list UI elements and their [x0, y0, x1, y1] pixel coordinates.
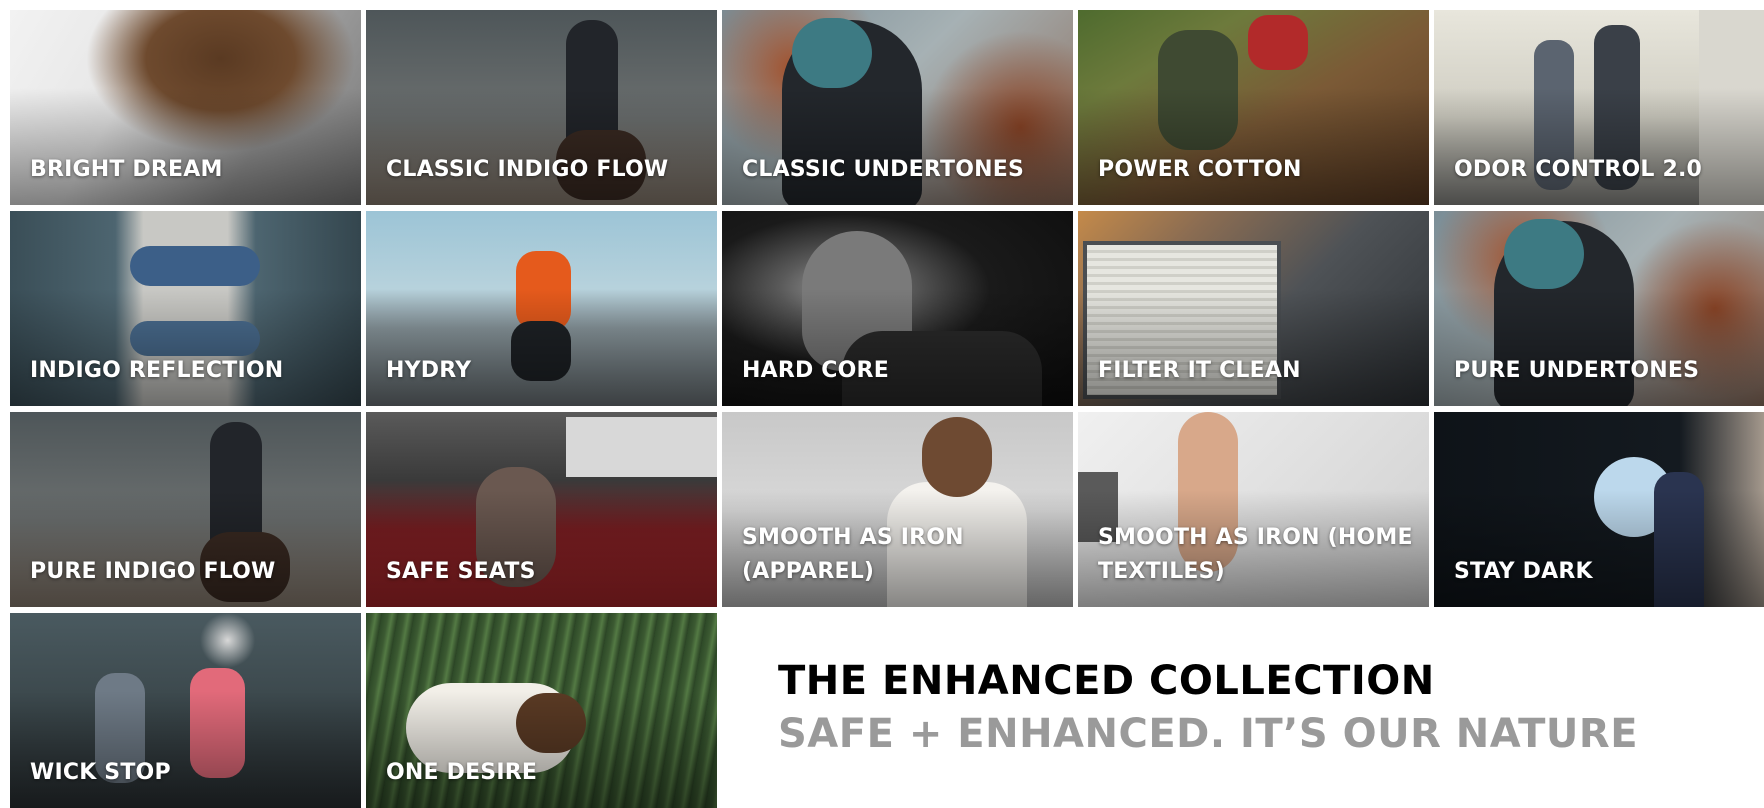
tile-filter-it-clean[interactable]: FILTER IT CLEAN — [1078, 211, 1429, 406]
tile-label: STAY DARK — [1454, 559, 1593, 584]
tile-smooth-as-iron-apparel[interactable]: SMOOTH AS IRON (APPAREL) — [722, 412, 1073, 607]
collection-subtitle: SAFE + ENHANCED. IT’S OUR NATURE — [778, 711, 1639, 757]
tile-indigo-reflection[interactable]: INDIGO REFLECTION — [10, 211, 361, 406]
tile-label: ODOR CONTROL 2.0 — [1454, 157, 1703, 182]
tile-pure-undertones[interactable]: PURE UNDERTONES — [1434, 211, 1764, 406]
tile-label: BRIGHT DREAM — [30, 157, 223, 182]
tile-label: HARD CORE — [742, 358, 889, 383]
tile-label: PURE UNDERTONES — [1454, 358, 1700, 383]
tile-label: WICK STOP — [30, 760, 171, 785]
tile-classic-indigo-flow[interactable]: CLASSIC INDIGO FLOW — [366, 10, 717, 205]
tile-label: FILTER IT CLEAN — [1098, 358, 1301, 383]
tile-label: HYDRY — [386, 358, 472, 383]
tile-one-desire[interactable]: ONE DESIRE — [366, 613, 717, 808]
tile-odor-control[interactable]: ODOR CONTROL 2.0 — [1434, 10, 1764, 205]
tile-label: SAFE SEATS — [386, 559, 536, 584]
collection-heading: THE ENHANCED COLLECTION SAFE + ENHANCED.… — [778, 658, 1738, 764]
tile-power-cotton[interactable]: POWER COTTON — [1078, 10, 1429, 205]
tile-bright-dream[interactable]: BRIGHT DREAM — [10, 10, 361, 205]
tile-label: SMOOTH AS IRON (APPAREL) — [742, 525, 964, 584]
tile-pure-indigo-flow[interactable]: PURE INDIGO FLOW — [10, 412, 361, 607]
tile-classic-undertones[interactable]: CLASSIC UNDERTONES — [722, 10, 1073, 205]
tile-smooth-as-iron-home-textiles[interactable]: SMOOTH AS IRON (HOME TEXTILES) — [1078, 412, 1429, 607]
tile-label: INDIGO REFLECTION — [30, 358, 284, 383]
tile-label: PURE INDIGO FLOW — [30, 559, 276, 584]
tile-hydry[interactable]: HYDRY — [366, 211, 717, 406]
tile-safe-seats[interactable]: SAFE SEATS — [366, 412, 717, 607]
tile-label: ONE DESIRE — [386, 760, 538, 785]
tile-label: SMOOTH AS IRON (HOME TEXTILES) — [1098, 525, 1413, 584]
tile-label: POWER COTTON — [1098, 157, 1302, 182]
tile-wick-stop[interactable]: WICK STOP — [10, 613, 361, 808]
tile-hard-core[interactable]: HARD CORE — [722, 211, 1073, 406]
tile-stay-dark[interactable]: STAY DARK — [1434, 412, 1764, 607]
collection-title: THE ENHANCED COLLECTION — [778, 658, 1435, 704]
tile-label: CLASSIC UNDERTONES — [742, 157, 1024, 182]
tile-label: CLASSIC INDIGO FLOW — [386, 157, 669, 182]
